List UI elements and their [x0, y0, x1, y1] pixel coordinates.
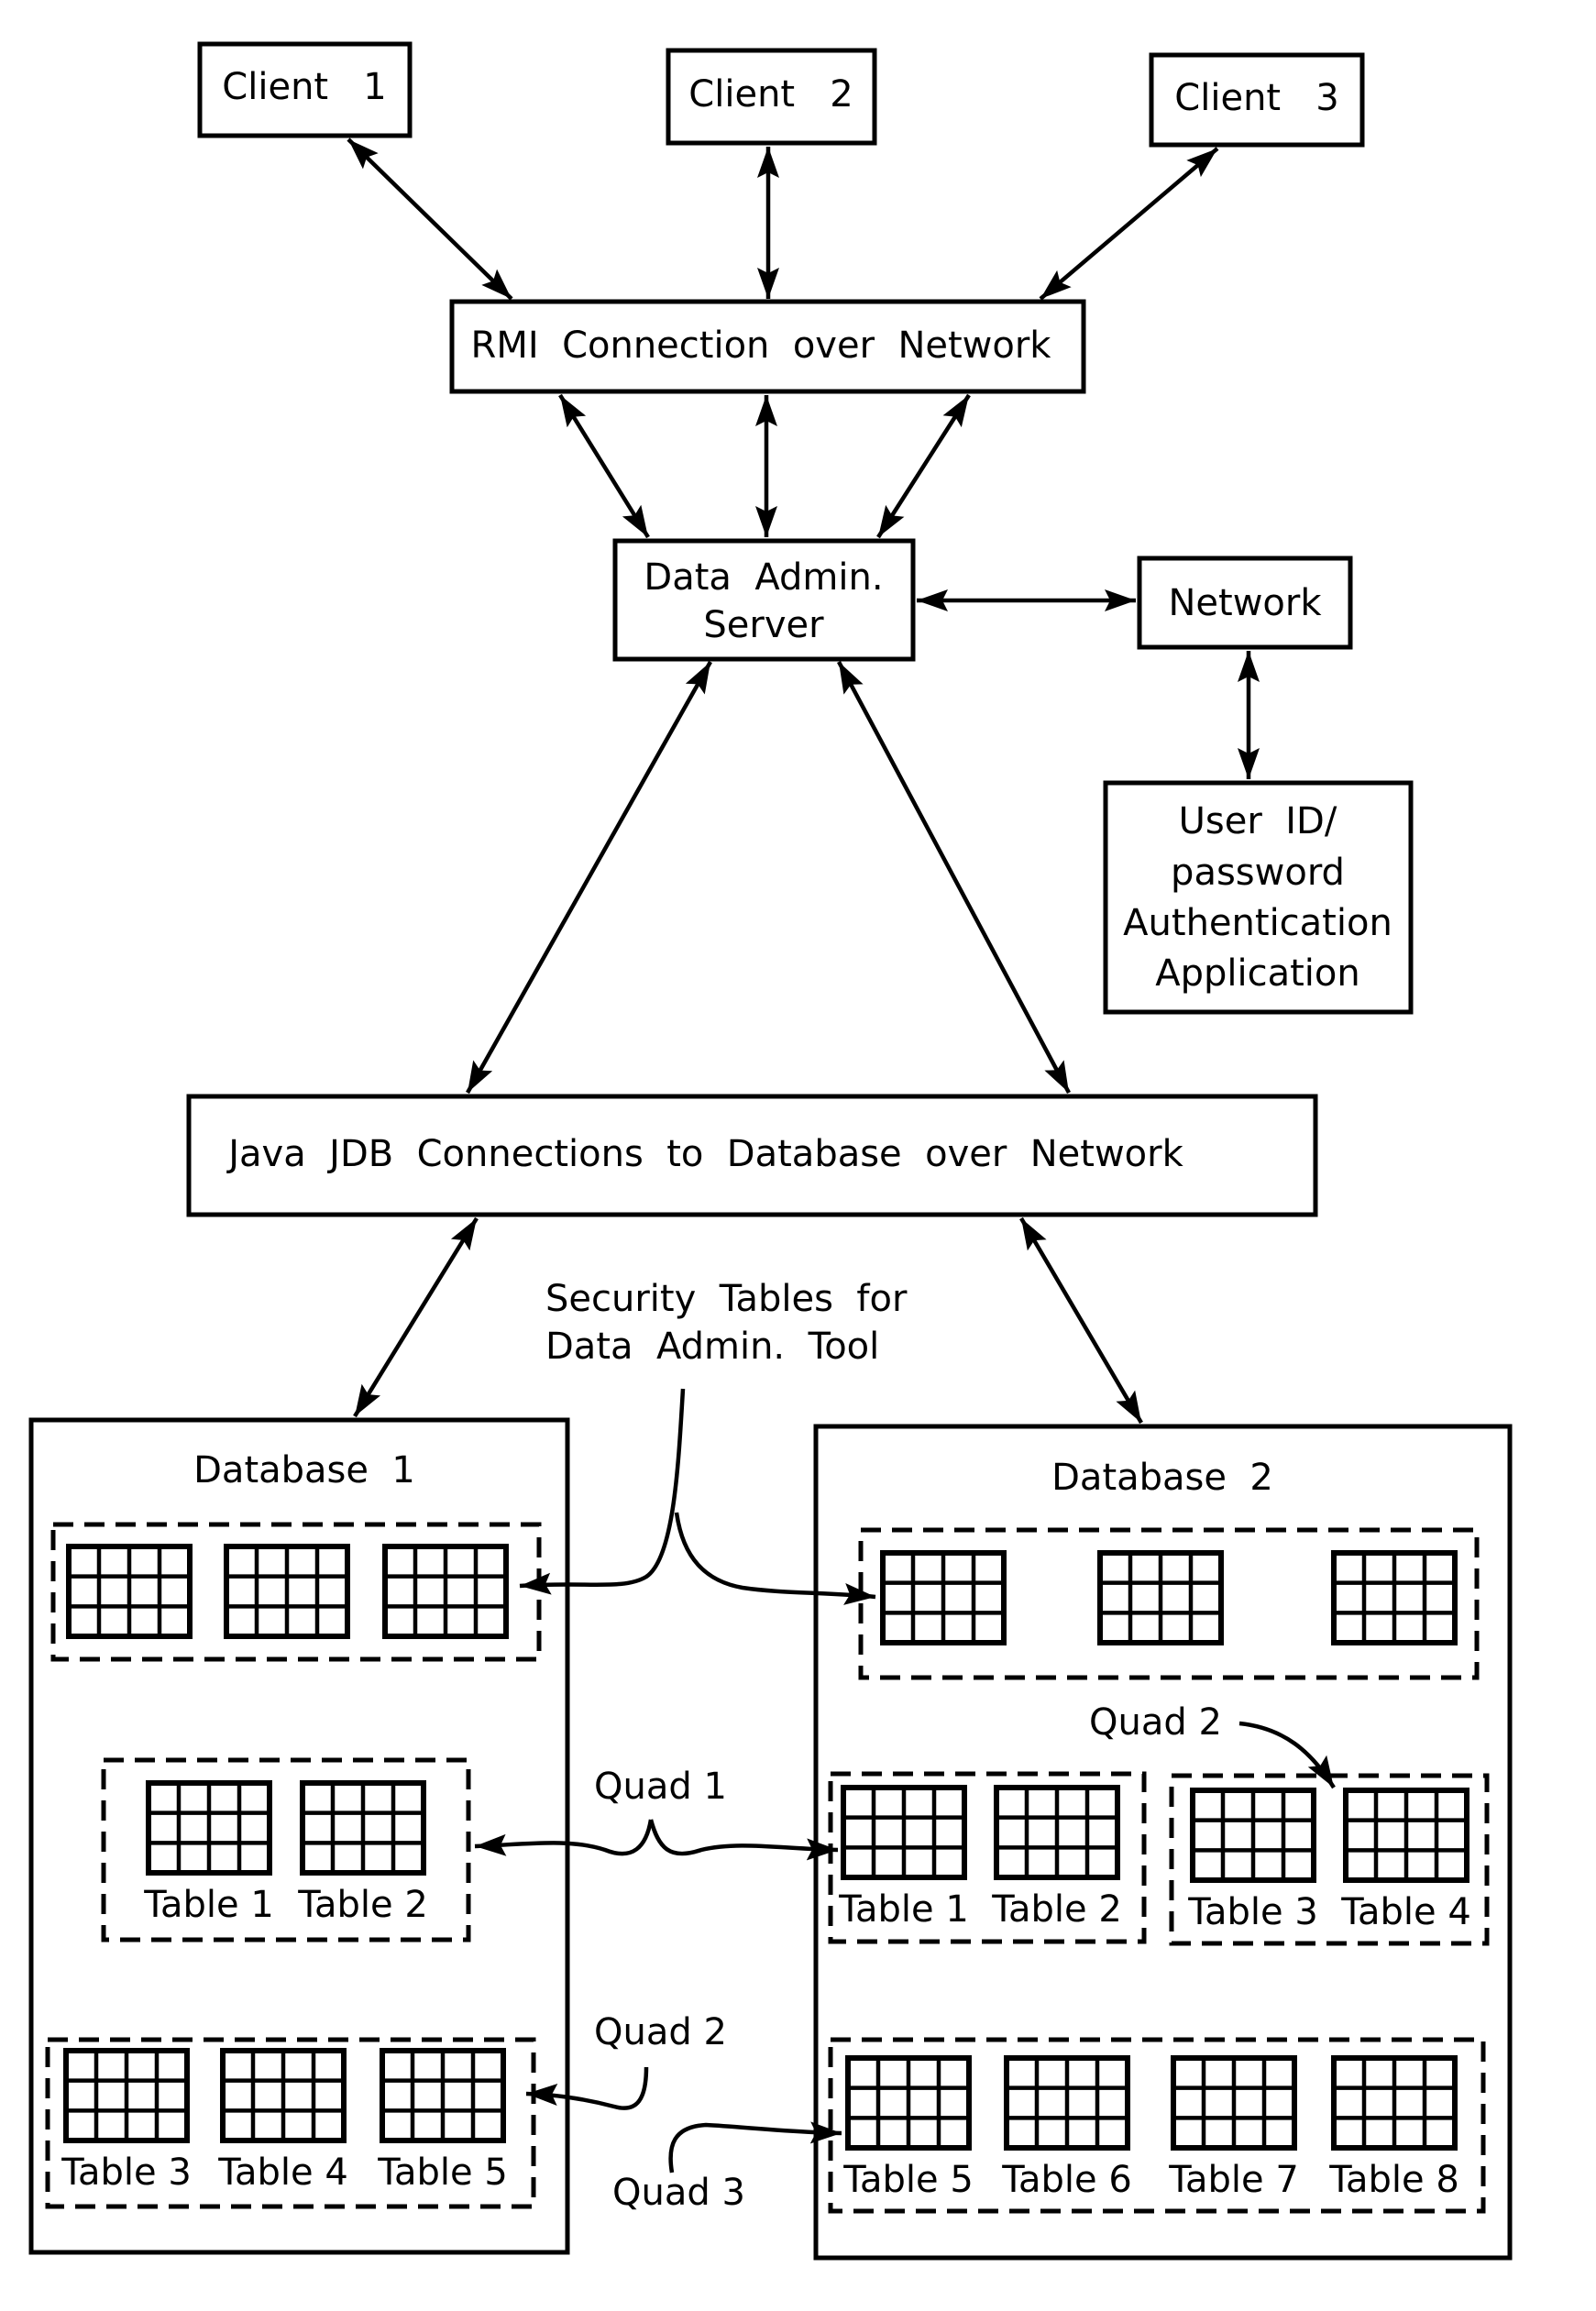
client3-rmi-arrow [1039, 147, 1219, 301]
client-1-label: Client 1 [222, 66, 386, 108]
auth-label-line4: Application [1155, 952, 1360, 995]
server-label-line1: Data Admin. [644, 556, 883, 599]
jdbc-db1-arrow [353, 1216, 479, 1418]
auth-label-line1: User ID/ [1179, 800, 1337, 842]
table-label: Table 3 [61, 2151, 192, 2194]
rmi-connection-label: RMI Connection over Network [471, 325, 1052, 367]
auth-label-line2: password [1171, 852, 1345, 894]
database-2: Database 2 Table 1 Table 2 Table 3 Table 4… [813, 1424, 1513, 2261]
client-1-box: Client 1 [197, 41, 413, 138]
database-2-title: Database 2 [1051, 1457, 1273, 1499]
security-tables-note-line2: Data Admin. Tool [545, 1326, 879, 1368]
table-label: Table 6 [1001, 2159, 1132, 2201]
table-label: Table 2 [991, 1888, 1122, 1931]
database-1: Database 1 Table 1 Table 2 Table 3 Table 4… [28, 1417, 570, 2255]
client-2-box: Client 2 [666, 48, 877, 146]
table-label: Table 7 [1168, 2159, 1299, 2201]
client1-rmi-arrow [347, 138, 513, 301]
table-label: Table 3 [1187, 1891, 1318, 1933]
quad1-brace-right [648, 1819, 839, 1861]
jdbc-connections-label: Java JDB Connections to Database over Ne… [226, 1133, 1183, 1175]
network-label: Network [1168, 582, 1322, 624]
rmi-server-arrow-right [876, 393, 971, 539]
data-admin-server-box: Data Admin. Server [612, 538, 916, 662]
server-jdbc-arrow-right [837, 660, 1071, 1095]
table-label: Table 4 [1340, 1891, 1471, 1933]
rmi-server-arrow-left [558, 393, 650, 539]
quad3-label: Quad 3 [612, 2172, 745, 2214]
client-3-label: Client 3 [1174, 77, 1338, 119]
quad2-left-label: Quad 2 [594, 2011, 727, 2053]
client-2-label: Client 2 [688, 73, 853, 116]
table-label: Table 1 [143, 1884, 274, 1926]
table-label: Table 2 [297, 1884, 428, 1926]
database-1-title: Database 1 [193, 1449, 415, 1491]
auth-label-line3: Authentication [1123, 902, 1392, 944]
client-3-box: Client 3 [1149, 52, 1365, 148]
table-label: Table 1 [838, 1888, 969, 1931]
table-label: Table 8 [1328, 2159, 1459, 2201]
table-label: Table 4 [217, 2151, 348, 2194]
quad1-label: Quad 1 [594, 1766, 727, 1808]
table-label: Table 5 [377, 2151, 508, 2194]
table-label: Table 5 [842, 2159, 974, 2201]
jdbc-db2-arrow [1019, 1216, 1143, 1425]
quad2-right-label: Quad 2 [1089, 1701, 1222, 1744]
server-label-line2: Server [703, 604, 824, 646]
system-architecture-diagram: Client 1 Client 2 Client 3 RMI Connectio… [28, 41, 1513, 2261]
security-tables-note-line1: Security Tables for [545, 1278, 908, 1320]
network-box: Network [1137, 556, 1353, 650]
user-auth-app-box: User ID/ password Authentication Applica… [1103, 780, 1414, 1015]
rmi-connection-box: RMI Connection over Network [449, 299, 1086, 394]
jdbc-connections-box: Java JDB Connections to Database over Ne… [186, 1094, 1318, 1217]
server-jdbc-arrow-left [466, 660, 712, 1095]
